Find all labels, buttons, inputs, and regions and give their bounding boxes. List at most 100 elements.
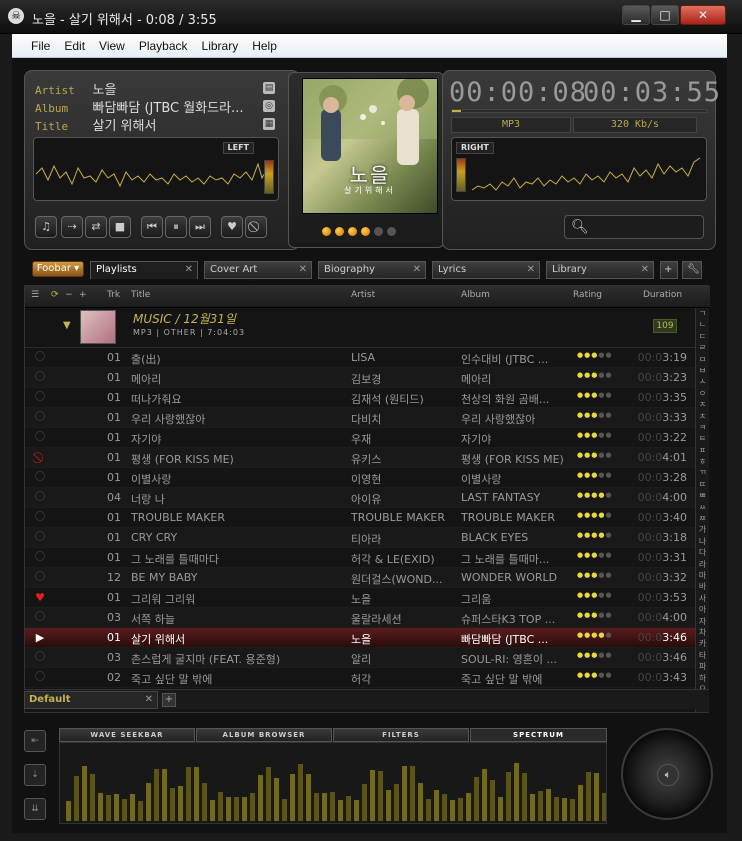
add-playlist-button[interactable]: + [162,693,176,707]
menu-library[interactable]: Library [195,34,246,58]
track-rating[interactable]: ●●●●● [577,431,633,439]
alphabet-index-item[interactable]: 마 [696,570,709,581]
pause-button[interactable]: ⏸ [165,216,187,238]
track-rating[interactable]: ●●●●● [577,391,633,399]
alphabet-index-item[interactable]: 다 [696,547,709,558]
alphabet-index-item[interactable]: 타 [696,650,709,661]
table-row[interactable]: ♥ 01 그리워 그리워 노을 그리움 ●●●●● 00:03:53 [25,588,695,608]
alphabet-index-item[interactable]: ㅇ [696,388,709,399]
alphabet-index-item[interactable]: 가 [696,524,709,535]
track-rating[interactable]: ●●●●● [577,491,633,499]
table-row[interactable]: 01 우리 사랑했잖아 다비치 우리 사랑했잖아 ●●●●● 00:03:33 [25,408,695,428]
track-rating[interactable]: ●●●●● [577,631,633,639]
alphabet-index-item[interactable]: ㅁ [696,354,709,365]
alphabet-index-item[interactable]: 라 [696,559,709,570]
alphabet-index-item[interactable]: 카 [696,638,709,649]
rating-dot[interactable]: ● [605,591,612,599]
search-input[interactable]: 🔍︎ [564,215,704,239]
rating-dot[interactable]: ● [605,671,612,679]
table-row[interactable]: ▶ 01 살기 위해서 노을 빠담빠담 (JTBC ... ●●●●● 00:03:46 [25,628,695,648]
track-rating[interactable]: ●●●●● [577,371,633,379]
track-rating[interactable]: ●●●●● [577,611,633,619]
alphabet-index-item[interactable]: ㄸ [696,479,709,490]
alphabet-index-item[interactable]: ㅂ [696,365,709,376]
track-rating[interactable]: ●●●●● [577,531,633,539]
album-info-icon[interactable]: ◎ [263,100,275,112]
tab-playlists[interactable]: Playlists ✕ [90,261,198,279]
column-rating[interactable]: Rating [573,290,602,300]
repeat-button[interactable]: ⇄ [85,216,107,238]
tab-biography[interactable]: Biography ✕ [318,261,426,279]
rating-dot[interactable]: ● [605,451,612,459]
rating-dot[interactable]: ● [605,351,612,359]
column-menu-icon[interactable]: ☰ [31,290,39,300]
track-rating[interactable]: ●●●●● [577,451,633,459]
rating-dot[interactable]: ● [605,431,612,439]
page-dot[interactable] [322,227,331,236]
track-rating[interactable]: ●●●●● [577,551,633,559]
rating-dot[interactable]: ● [605,471,612,479]
table-row[interactable]: 01 자기야 우재 자기야 ●●●●● 00:03:22 [25,428,695,448]
add-tab-button[interactable]: + [660,261,678,279]
table-row[interactable]: 01 메아리 김보경 메아리 ●●●●● 00:03:23 [25,368,695,388]
column-title[interactable]: Title [131,290,150,300]
expand-icon[interactable]: + [79,290,87,300]
table-row[interactable]: ⃠ 01 평생 (FOR KISS ME) 유키스 평생 (FOR KISS ME) ●●… [25,448,695,468]
column-artist[interactable]: Artist [351,290,375,300]
title-info-icon[interactable]: ▦ [263,118,275,130]
alphabet-index-item[interactable]: 나 [696,536,709,547]
close-icon[interactable]: ✕ [527,262,535,278]
tab-cover-art[interactable]: Cover Art ✕ [204,261,312,279]
alphabet-index-item[interactable]: 자 [696,616,709,627]
alphabet-index-item[interactable]: ㅋ [696,422,709,433]
tab-album-browser[interactable]: ALBUM BROWSER [196,728,332,742]
table-row[interactable]: 01 CRY CRY 티아라 BLACK EYES ●●●●● 00:03:18 [25,528,695,548]
rating-dot[interactable]: ● [605,551,612,559]
close-icon[interactable]: ✕ [299,262,307,278]
next-button[interactable]: ⏭ [189,216,211,238]
page-dot[interactable] [348,227,357,236]
alphabet-index-item[interactable]: ㄹ [696,342,709,353]
alphabet-index-item[interactable]: ㅆ [696,502,709,513]
total-time[interactable]: 00:03:55 [583,77,721,108]
alphabet-index-item[interactable]: ㅍ [696,445,709,456]
rating-dot[interactable]: ● [605,651,612,659]
album-art[interactable]: 노을 살기위해서 [302,78,438,214]
seek-bar[interactable] [451,109,707,113]
table-row[interactable]: 02 죽고 싶단 말 밖에 허각 죽고 싶단 말 밖에 ●●●●● 00:03:43 [25,668,695,688]
menu-file[interactable]: File [24,34,57,58]
artist-info-icon[interactable]: ▤ [263,82,275,94]
table-row[interactable]: 01 TROUBLE MAKER TROUBLE MAKER TROUBLE MAKE… [25,508,695,528]
table-row[interactable]: 03 촌스럽게 굴지마 (FEAT. 용준형) 알리 SOUL-RI: 영혼이 ...… [25,648,695,668]
elapsed-time[interactable]: 00:00:08 [449,77,587,108]
rating-dot[interactable]: ● [605,411,612,419]
track-rating[interactable]: ●●●●● [577,411,633,419]
close-button[interactable]: ✕ [680,5,726,25]
group-header[interactable]: ▼ MUSIC / 12월31일 MP3 | OTHER | 7:04:03 1… [25,308,695,348]
playlist-mode-button[interactable]: ♫ [35,216,57,238]
rating-dot[interactable]: ● [605,491,612,499]
table-row[interactable]: 01 떠나가줘요 김재석 (원티드) 천상의 화원 곰배... ●●●●● 00:03:3… [25,388,695,408]
close-icon[interactable]: ✕ [145,692,153,708]
alphabet-index-item[interactable]: ㅅ [696,376,709,387]
menu-playback[interactable]: Playback [132,34,195,58]
track-rating[interactable]: ●●●●● [577,471,633,479]
stop-button[interactable]: ■ [109,216,131,238]
alphabet-index-item[interactable]: ㅊ [696,411,709,422]
page-dot[interactable] [374,227,383,236]
bottom-toggle-2-icon[interactable]: ⇣ [24,764,46,786]
alphabet-index-item[interactable]: 바 [696,581,709,592]
volume-knob[interactable]: 🔈︎ [621,728,713,820]
alphabet-index-item[interactable]: ㄲ [696,467,709,478]
table-row[interactable]: 04 너랑 나 아이유 LAST FANTASY ●●●●● 00:04:00 [25,488,695,508]
bottom-toggle-1-icon[interactable]: ⇤ [24,730,46,752]
alphabet-index-item[interactable]: ㅎ [696,456,709,467]
table-row[interactable]: 01 그 노래를 틀때마다 허각 & LE(EXID) 그 노래를 틀때마... ●●●… [25,548,695,568]
love-button[interactable]: ♥ [221,216,243,238]
column-album[interactable]: Album [461,290,490,300]
page-dot[interactable] [335,227,344,236]
page-dot[interactable] [361,227,370,236]
table-row[interactable]: 12 BE MY BABY 원더걸스(WOND... WONDER WORLD ●●●●… [25,568,695,588]
tab-lyrics[interactable]: Lyrics ✕ [432,261,540,279]
minimize-button[interactable]: ▁ [622,5,650,25]
